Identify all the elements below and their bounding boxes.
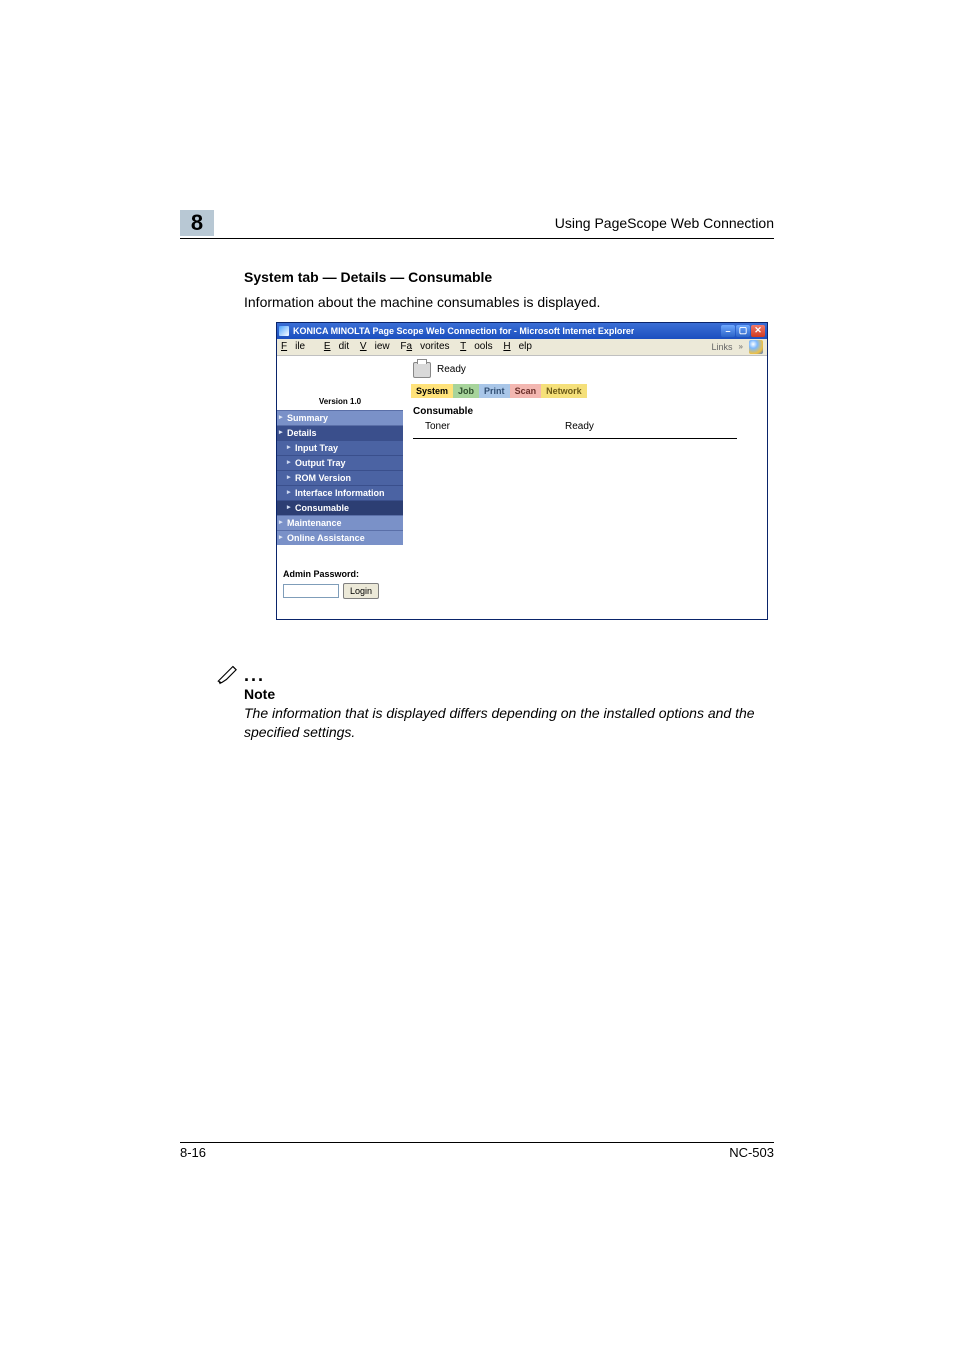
header-right-text: Using PageScope Web Connection	[555, 215, 774, 231]
chapter-number: 8	[180, 210, 214, 236]
minimize-button[interactable]: –	[721, 325, 735, 337]
hand-pencil-icon	[214, 660, 242, 686]
nav-maintenance[interactable]: Maintenance	[277, 515, 403, 530]
section-title: System tab — Details — Consumable	[244, 269, 774, 285]
nav-sub-interface-info[interactable]: Interface Information	[277, 485, 403, 500]
main-empty-space	[403, 439, 767, 619]
menu-favorites[interactable]: Favorites	[400, 341, 449, 352]
menu-edit[interactable]: Edit	[324, 341, 349, 352]
admin-row: Login	[283, 583, 397, 599]
titlebar-left: KONICA MINOLTA Page Scope Web Connection…	[279, 326, 634, 336]
footer-left: 8-16	[180, 1145, 206, 1160]
footer-right: NC-503	[729, 1145, 774, 1160]
window-titlebar: KONICA MINOLTA Page Scope Web Connection…	[277, 323, 767, 339]
footer-row: 8-16 NC-503	[0, 1143, 954, 1160]
note-dots: ...	[244, 665, 265, 685]
menubar-right: Links »	[712, 340, 763, 354]
intro-text: Information about the machine consumable…	[244, 293, 774, 312]
nav-summary[interactable]: Summary	[277, 410, 403, 425]
nav-sub-rom-version[interactable]: ROM Version	[277, 470, 403, 485]
note-label: Note	[244, 686, 774, 702]
browser-menubar: File Edit View Favorites Tools Help Link…	[277, 339, 767, 356]
printer-icon	[413, 362, 431, 378]
links-chevron-icon[interactable]: »	[739, 342, 743, 351]
version-label: Version 1.0	[319, 397, 361, 406]
note-block: ... Note The information that is display…	[214, 660, 774, 742]
consumable-value: Ready	[565, 421, 594, 432]
tab-job[interactable]: Job	[453, 384, 479, 398]
admin-password-input[interactable]	[283, 584, 339, 598]
window-title: KONICA MINOLTA Page Scope Web Connection…	[293, 326, 634, 336]
admin-password-block: Admin Password: Login	[277, 545, 403, 609]
ie-page-icon	[279, 326, 289, 336]
menu-file[interactable]: File	[281, 341, 313, 352]
document-page: 8 Using PageScope Web Connection System …	[0, 210, 954, 1220]
main-pane: Ready System Job Print Scan Network Cons…	[403, 356, 767, 619]
status-row: Ready	[403, 356, 767, 384]
maximize-button[interactable]: ▢	[736, 325, 750, 337]
close-button[interactable]: ✕	[751, 325, 765, 337]
consumable-row: Toner Ready	[403, 419, 767, 438]
nav-sub-input-tray[interactable]: Input Tray	[277, 440, 403, 455]
note-icon-row: ...	[214, 660, 774, 686]
tab-system[interactable]: System	[411, 384, 453, 398]
tab-scan[interactable]: Scan	[510, 384, 542, 398]
menu-help[interactable]: Help	[503, 341, 532, 352]
header-divider	[180, 238, 774, 239]
sidebar-logo-area: Version 1.0	[277, 356, 403, 410]
menu-view[interactable]: View	[360, 341, 390, 352]
note-text: The information that is displayed differ…	[244, 704, 774, 742]
nav-sub-consumable[interactable]: Consumable	[277, 500, 403, 515]
page-header: 8 Using PageScope Web Connection	[0, 210, 954, 236]
nav-details[interactable]: Details	[277, 425, 403, 440]
ie-window: KONICA MINOLTA Page Scope Web Connection…	[276, 322, 768, 620]
nav-sub-output-tray[interactable]: Output Tray	[277, 455, 403, 470]
menu-tools[interactable]: Tools	[460, 341, 492, 352]
browser-screenshot: KONICA MINOLTA Page Scope Web Connection…	[276, 322, 954, 620]
ie-logo-icon	[749, 340, 763, 354]
tab-network[interactable]: Network	[541, 384, 587, 398]
status-text: Ready	[437, 364, 466, 375]
sidebar: Version 1.0 Summary Details Input Tray O…	[277, 356, 403, 619]
menubar-left: File Edit View Favorites Tools Help	[281, 341, 540, 352]
main-section-title: Consumable	[403, 398, 767, 419]
admin-password-label: Admin Password:	[283, 569, 397, 579]
consumable-label: Toner	[425, 421, 565, 432]
links-label[interactable]: Links	[712, 342, 733, 352]
tab-print[interactable]: Print	[479, 384, 510, 398]
login-button[interactable]: Login	[343, 583, 379, 599]
browser-content: Version 1.0 Summary Details Input Tray O…	[277, 356, 767, 619]
nav-online-assistance[interactable]: Online Assistance	[277, 530, 403, 545]
window-buttons: – ▢ ✕	[721, 325, 765, 337]
tab-row: System Job Print Scan Network	[403, 384, 767, 398]
